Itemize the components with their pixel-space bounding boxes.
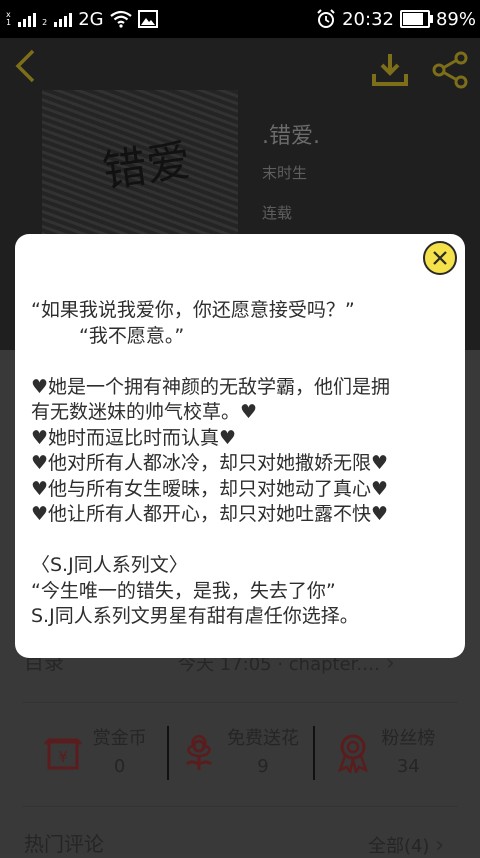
intro-line: 〈S.J同人系列文〉 xyxy=(31,554,188,576)
battery-icon xyxy=(399,10,433,28)
stat-fans-text: 粉丝榜 34 xyxy=(381,725,435,781)
battery-percent: 89% xyxy=(435,8,476,30)
chevron-right-icon: › xyxy=(435,833,444,858)
stat-label: 免费送花 xyxy=(226,728,299,749)
book-title: .错爱. xyxy=(262,124,320,149)
stat-value: 0 xyxy=(113,756,126,777)
intro-line: ♥她时而逗比时而认真♥ xyxy=(31,426,237,449)
stat-reward[interactable]: ¥ 赏金币 0 xyxy=(22,720,167,786)
intro-line: S.J同人系列文男星有甜有虐任你选择。 xyxy=(31,605,359,627)
cover-title: 错爱 xyxy=(99,135,194,198)
intro-line xyxy=(31,349,451,375)
stat-label: 粉丝榜 xyxy=(381,728,436,749)
download-icon[interactable] xyxy=(370,50,410,90)
close-icon xyxy=(433,251,447,265)
intro-line xyxy=(31,528,451,554)
book-author[interactable]: 末时生 xyxy=(262,162,307,183)
stats-bar: ¥ 赏金币 0 免费送花 9 粉丝榜 34 xyxy=(22,720,458,786)
status-bar-left: x1 2 2G xyxy=(6,0,158,38)
stat-fans[interactable]: 粉丝榜 34 xyxy=(312,720,458,786)
share-icon[interactable] xyxy=(430,50,470,90)
intro-line: “我不愿意。” xyxy=(79,324,185,347)
intro-line: “如果我说我爱你，你还愿意接受吗？” xyxy=(31,299,355,321)
battery-level xyxy=(402,13,423,25)
stat-label: 赏金币 xyxy=(92,728,147,749)
stat-flower-text: 免费送花 9 xyxy=(227,725,299,781)
signal-icon xyxy=(18,11,37,27)
flower-icon xyxy=(185,734,213,770)
stat-flower[interactable]: 免费送花 9 xyxy=(167,720,312,786)
clock: 20:32 xyxy=(342,8,394,30)
book-status: 连载 xyxy=(262,204,293,222)
intro-text: “如果我说我爱你，你还愿意接受吗？” “我不愿意。” ♥她是一个拥有神颜的无敌学霸… xyxy=(31,298,451,630)
alarm-icon xyxy=(317,9,335,28)
intro-dialog: “如果我说我爱你，你还愿意接受吗？” “我不愿意。” ♥她是一个拥有神颜的无敌学霸… xyxy=(15,234,465,658)
back-icon[interactable] xyxy=(14,48,36,91)
all-comments-link[interactable]: 全部(4) › xyxy=(368,832,444,858)
status-bar: x1 2 2G 20:32 89% xyxy=(0,0,480,38)
signal-icon-2 xyxy=(54,11,73,27)
status-bar-right: 20:32 89% xyxy=(316,0,476,38)
sim2-indicator: 2 xyxy=(42,18,48,27)
network-type: 2G xyxy=(78,8,104,30)
divider xyxy=(22,806,458,807)
stat-value: 9 xyxy=(257,756,269,777)
stat-reward-text: 赏金币 0 xyxy=(93,725,147,781)
image-icon xyxy=(137,10,158,28)
stat-value: 34 xyxy=(396,756,420,777)
hot-comments-label: 热门评论 xyxy=(24,832,104,856)
wifi-icon xyxy=(109,10,132,28)
intro-line: 有无数迷妹的帅气校草。♥ xyxy=(31,401,258,423)
close-button[interactable] xyxy=(423,241,457,275)
intro-line: ♥他让所有人都开心，却只对她吐露不快♥ xyxy=(31,503,389,525)
divider xyxy=(22,702,458,703)
intro-line: ♥他与所有女生暧昧，却只对她动了真心♥ xyxy=(31,477,389,500)
svg-text:¥: ¥ xyxy=(58,748,68,766)
intro-line: ♥他对所有人都冰冷，却只对她撒娇无限♥ xyxy=(31,452,389,474)
intro-line: ♥她是一个拥有神颜的无敌学霸，他们是拥 xyxy=(31,375,391,398)
reward-coin-icon: ¥ xyxy=(43,738,82,770)
fan-rank-icon xyxy=(338,734,369,773)
sim1-indicator: x1 xyxy=(6,10,12,27)
intro-line: “今生唯一的错失，是我，失去了你” xyxy=(31,579,336,602)
